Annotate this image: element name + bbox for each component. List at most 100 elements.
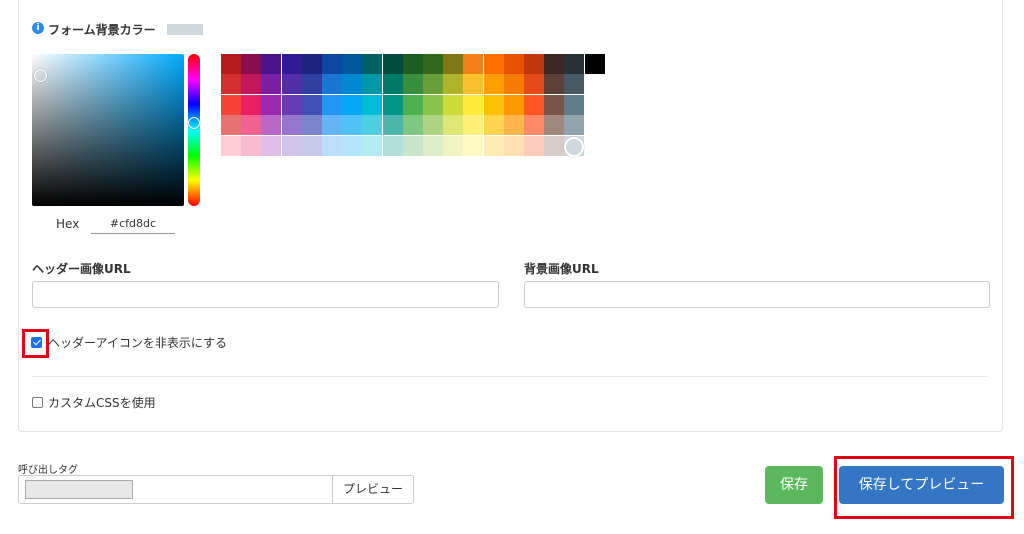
palette-swatch[interactable] xyxy=(503,54,524,74)
palette-swatch[interactable] xyxy=(342,74,363,95)
palette-swatch[interactable] xyxy=(382,94,403,115)
palette-swatch[interactable] xyxy=(301,54,322,74)
sv-picker-handle[interactable] xyxy=(34,69,47,82)
palette-swatch[interactable] xyxy=(301,135,322,156)
palette-swatch[interactable] xyxy=(261,54,282,74)
custom-css-checkbox[interactable] xyxy=(32,397,43,408)
palette-swatch[interactable] xyxy=(564,115,585,136)
palette-swatch[interactable] xyxy=(382,135,403,156)
palette-swatch[interactable] xyxy=(382,74,403,95)
palette-swatch[interactable] xyxy=(362,135,383,156)
bg-image-url-input[interactable] xyxy=(524,281,990,308)
palette-swatch[interactable] xyxy=(524,54,544,74)
palette-swatch[interactable] xyxy=(241,135,262,156)
palette-swatch[interactable] xyxy=(402,94,423,115)
palette-swatch[interactable] xyxy=(382,115,403,136)
palette-swatch[interactable] xyxy=(322,135,342,156)
palette-swatch[interactable] xyxy=(221,135,241,156)
palette-swatch[interactable] xyxy=(382,54,403,74)
palette-swatch[interactable] xyxy=(261,74,282,95)
palette-swatch[interactable] xyxy=(423,115,443,136)
palette-swatch[interactable] xyxy=(402,74,423,95)
palette-swatch[interactable] xyxy=(281,115,302,136)
palette-swatch[interactable] xyxy=(463,74,484,95)
palette-swatch[interactable] xyxy=(544,94,565,115)
palette-swatch[interactable] xyxy=(544,115,565,136)
palette-swatch[interactable] xyxy=(564,74,585,95)
hide-header-icon-checkbox[interactable] xyxy=(31,337,42,348)
palette-swatch[interactable] xyxy=(261,135,282,156)
palette-swatch[interactable] xyxy=(221,74,241,95)
palette-swatch[interactable] xyxy=(463,115,484,136)
palette-swatch[interactable] xyxy=(221,54,241,74)
palette-swatch[interactable] xyxy=(342,115,363,136)
header-image-url-input[interactable] xyxy=(32,281,499,308)
palette-swatch[interactable] xyxy=(342,94,363,115)
palette-swatch[interactable] xyxy=(443,135,464,156)
palette-swatch[interactable] xyxy=(564,54,585,74)
saturation-value-picker[interactable] xyxy=(32,54,184,206)
save-and-preview-button[interactable]: 保存してプレビュー xyxy=(839,466,1004,504)
palette-swatch[interactable] xyxy=(402,54,423,74)
palette-swatch[interactable] xyxy=(241,74,262,95)
hue-slider-handle[interactable] xyxy=(188,117,200,129)
palette-swatch[interactable] xyxy=(402,115,423,136)
palette-swatch[interactable] xyxy=(483,135,504,156)
palette-swatch[interactable] xyxy=(564,94,585,115)
palette-swatch[interactable] xyxy=(423,135,443,156)
palette-swatch[interactable] xyxy=(261,115,282,136)
palette-swatch[interactable] xyxy=(463,54,484,74)
palette-swatch[interactable] xyxy=(483,115,504,136)
palette-swatch[interactable] xyxy=(524,135,544,156)
palette-swatch[interactable] xyxy=(524,115,544,136)
palette-swatch[interactable] xyxy=(443,115,464,136)
preview-button[interactable]: プレビュー xyxy=(332,476,413,503)
palette-swatch[interactable] xyxy=(503,115,524,136)
palette-swatch[interactable] xyxy=(463,135,484,156)
palette-swatch[interactable] xyxy=(443,54,464,74)
palette-swatch[interactable] xyxy=(301,115,322,136)
palette-swatch[interactable] xyxy=(544,74,565,95)
palette-swatch[interactable] xyxy=(483,54,504,74)
palette-swatch[interactable] xyxy=(301,74,322,95)
palette-swatch[interactable] xyxy=(221,94,241,115)
palette-swatch[interactable] xyxy=(362,115,383,136)
palette-swatch[interactable] xyxy=(322,115,342,136)
palette-swatch[interactable] xyxy=(503,135,524,156)
save-button[interactable]: 保存 xyxy=(765,466,823,504)
palette-swatch[interactable] xyxy=(322,94,342,115)
palette-swatch[interactable] xyxy=(443,94,464,115)
palette-swatch[interactable] xyxy=(544,54,565,74)
palette-swatch[interactable] xyxy=(483,74,504,95)
call-tag-input[interactable] xyxy=(25,480,133,499)
palette-swatch[interactable] xyxy=(241,54,262,74)
palette-swatch[interactable] xyxy=(322,54,342,74)
palette-swatch[interactable] xyxy=(584,74,605,95)
palette-swatch[interactable] xyxy=(281,74,302,95)
palette-swatch[interactable] xyxy=(281,54,302,74)
palette-swatch[interactable] xyxy=(362,74,383,95)
palette-swatch[interactable] xyxy=(281,94,302,115)
palette-swatch[interactable] xyxy=(322,74,342,95)
palette-swatch[interactable] xyxy=(423,74,443,95)
palette-swatch[interactable] xyxy=(281,135,302,156)
palette-swatch[interactable] xyxy=(261,94,282,115)
palette-swatch[interactable] xyxy=(443,74,464,95)
palette-swatch[interactable] xyxy=(342,54,363,74)
palette-swatch[interactable] xyxy=(221,115,241,136)
hex-input[interactable] xyxy=(91,213,175,234)
palette-swatch[interactable] xyxy=(301,94,322,115)
palette-swatch[interactable] xyxy=(241,115,262,136)
palette-swatch[interactable] xyxy=(342,135,363,156)
palette-swatch[interactable] xyxy=(503,94,524,115)
hue-slider[interactable] xyxy=(188,54,200,206)
palette-swatch[interactable] xyxy=(463,94,484,115)
palette-swatch[interactable] xyxy=(402,135,423,156)
palette-swatch[interactable] xyxy=(503,74,524,95)
palette-swatch[interactable] xyxy=(524,74,544,95)
palette-swatch[interactable] xyxy=(584,54,605,74)
palette-swatch[interactable] xyxy=(423,94,443,115)
palette-swatch[interactable] xyxy=(483,94,504,115)
palette-swatch[interactable] xyxy=(524,94,544,115)
palette-swatch[interactable] xyxy=(241,94,262,115)
